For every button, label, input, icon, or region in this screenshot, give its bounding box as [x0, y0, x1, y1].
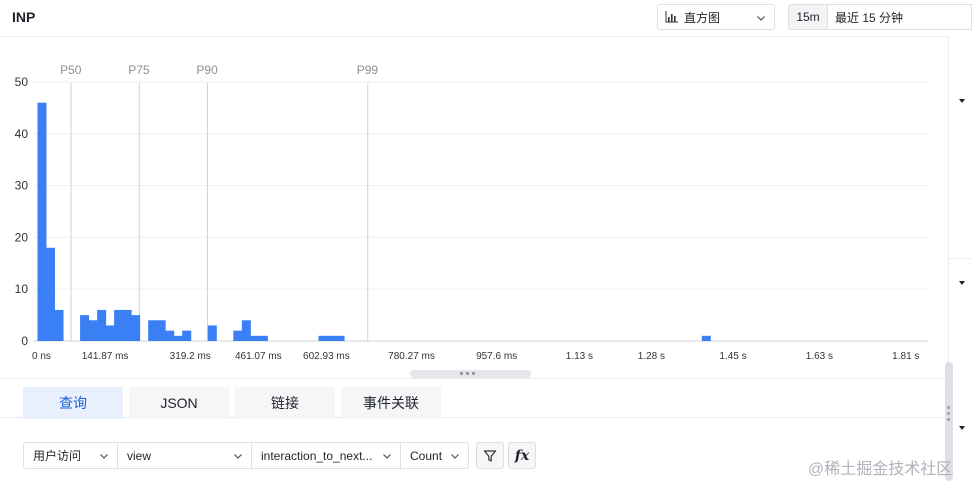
percentile-label-p75: P75 [128, 63, 150, 77]
histogram-bar [165, 330, 175, 341]
y-tick-label: 0 [21, 334, 28, 348]
panel-header: INP 直方图 15m 最近 15 分钟 [0, 0, 972, 37]
histogram-bar [335, 335, 345, 341]
x-tick-label: 1.81 s [892, 351, 919, 362]
rail-divider [949, 258, 972, 259]
chevron-down-icon [234, 454, 242, 459]
histogram-bar [241, 320, 251, 341]
query-tabs: 查询 JSON 链接 事件关联 [0, 378, 948, 419]
filter-button[interactable] [476, 442, 504, 469]
aggregation-select[interactable]: Count [400, 442, 469, 469]
histogram-bar [88, 320, 98, 341]
histogram-bar [207, 325, 217, 341]
drag-handle-icon [460, 372, 475, 375]
bar-chart-icon [665, 11, 678, 23]
percentile-label-p90: P90 [196, 63, 218, 77]
measurement-label: view [127, 448, 152, 463]
tab-link[interactable]: 链接 [235, 387, 335, 419]
tab-json[interactable]: JSON [129, 387, 229, 419]
caret-down-icon[interactable] [959, 99, 965, 103]
x-tick-label: 1.45 s [719, 351, 746, 362]
histogram-bar [258, 335, 268, 341]
time-shortcut-button[interactable]: 15m [788, 4, 828, 30]
x-tick-label: 957.6 ms [476, 351, 517, 362]
field-select[interactable]: interaction_to_next... [251, 442, 401, 469]
histogram-bar [326, 335, 336, 341]
histogram-bar [173, 335, 183, 341]
chevron-down-icon [451, 454, 459, 459]
histogram-bar [37, 102, 47, 341]
tab-event-correlation[interactable]: 事件关联 [341, 387, 441, 419]
chart-type-select[interactable]: 直方图 [657, 4, 775, 30]
histogram-bar [97, 309, 107, 341]
histogram-bar [182, 330, 192, 341]
filter-icon [483, 449, 497, 462]
percentile-label-p50: P50 [60, 63, 82, 77]
histogram-bar [105, 325, 115, 341]
function-button[interactable]: fx [508, 442, 536, 469]
histogram-bar [156, 320, 166, 341]
caret-down-icon[interactable] [959, 281, 965, 285]
histogram-bar [122, 309, 132, 341]
page-title: INP [12, 9, 36, 25]
percentile-layer: P50 P75 P90 P99 [60, 63, 378, 341]
bar-layer [37, 102, 711, 341]
horizontal-scroll-handle[interactable] [410, 370, 531, 378]
y-tick-label: 20 [15, 230, 29, 244]
histogram-bar [114, 309, 124, 341]
chevron-down-icon [757, 16, 765, 21]
tab-query[interactable]: 查询 [23, 387, 123, 419]
y-tick-label: 30 [15, 179, 29, 193]
x-tick-label: 1.63 s [806, 351, 833, 362]
grid-layer [33, 81, 928, 342]
histogram-bar [233, 330, 243, 341]
x-tick-label: 1.28 s [638, 351, 665, 362]
chevron-down-icon [100, 454, 108, 459]
histogram-bar [80, 315, 90, 341]
histogram-bar [45, 247, 55, 341]
histogram-bar [318, 335, 328, 341]
measurement-select[interactable]: view [117, 442, 252, 469]
source-select[interactable]: 用户访问 [23, 442, 118, 469]
y-axis: 0 10 20 30 40 50 [15, 75, 29, 348]
time-range-select[interactable]: 最近 15 分钟 [827, 4, 972, 30]
query-builder: 用户访问 view interaction_to_next... Count f… [0, 440, 948, 470]
source-label: 用户访问 [33, 449, 82, 463]
y-tick-label: 10 [15, 282, 29, 296]
aggregation-label: Count [410, 448, 443, 463]
x-tick-label: 141.87 ms [82, 351, 129, 362]
histogram-bar [54, 309, 64, 341]
field-label: interaction_to_next... [261, 448, 373, 463]
chevron-down-icon [383, 454, 391, 459]
chart-type-label: 直方图 [684, 10, 721, 25]
y-tick-label: 40 [15, 127, 29, 141]
y-tick-label: 50 [15, 75, 29, 89]
function-icon: fx [514, 447, 530, 464]
histogram-bar [148, 320, 158, 341]
percentile-label-p99: P99 [357, 63, 379, 77]
histogram-bar [250, 335, 260, 341]
x-tick-label: 319.2 ms [170, 351, 211, 362]
caret-down-icon[interactable] [959, 426, 965, 430]
histogram-bar [701, 335, 711, 341]
x-tick-label: 0 ns [32, 351, 51, 362]
x-axis: 0 ns 141.87 ms 319.2 ms 461.07 ms 602.93 ms 7… [32, 351, 919, 362]
x-tick-label: 780.27 ms [388, 351, 435, 362]
x-tick-label: 461.07 ms [235, 351, 282, 362]
watermark: @稀土掘金技术社区 [808, 461, 953, 478]
x-tick-label: 602.93 ms [303, 351, 350, 362]
x-tick-label: 1.13 s [566, 351, 593, 362]
histogram-bar [131, 315, 141, 341]
histogram-chart: P50 P75 P90 P99 0 10 20 30 40 50 0 ns 141.87 ms 31… [15, 63, 928, 362]
